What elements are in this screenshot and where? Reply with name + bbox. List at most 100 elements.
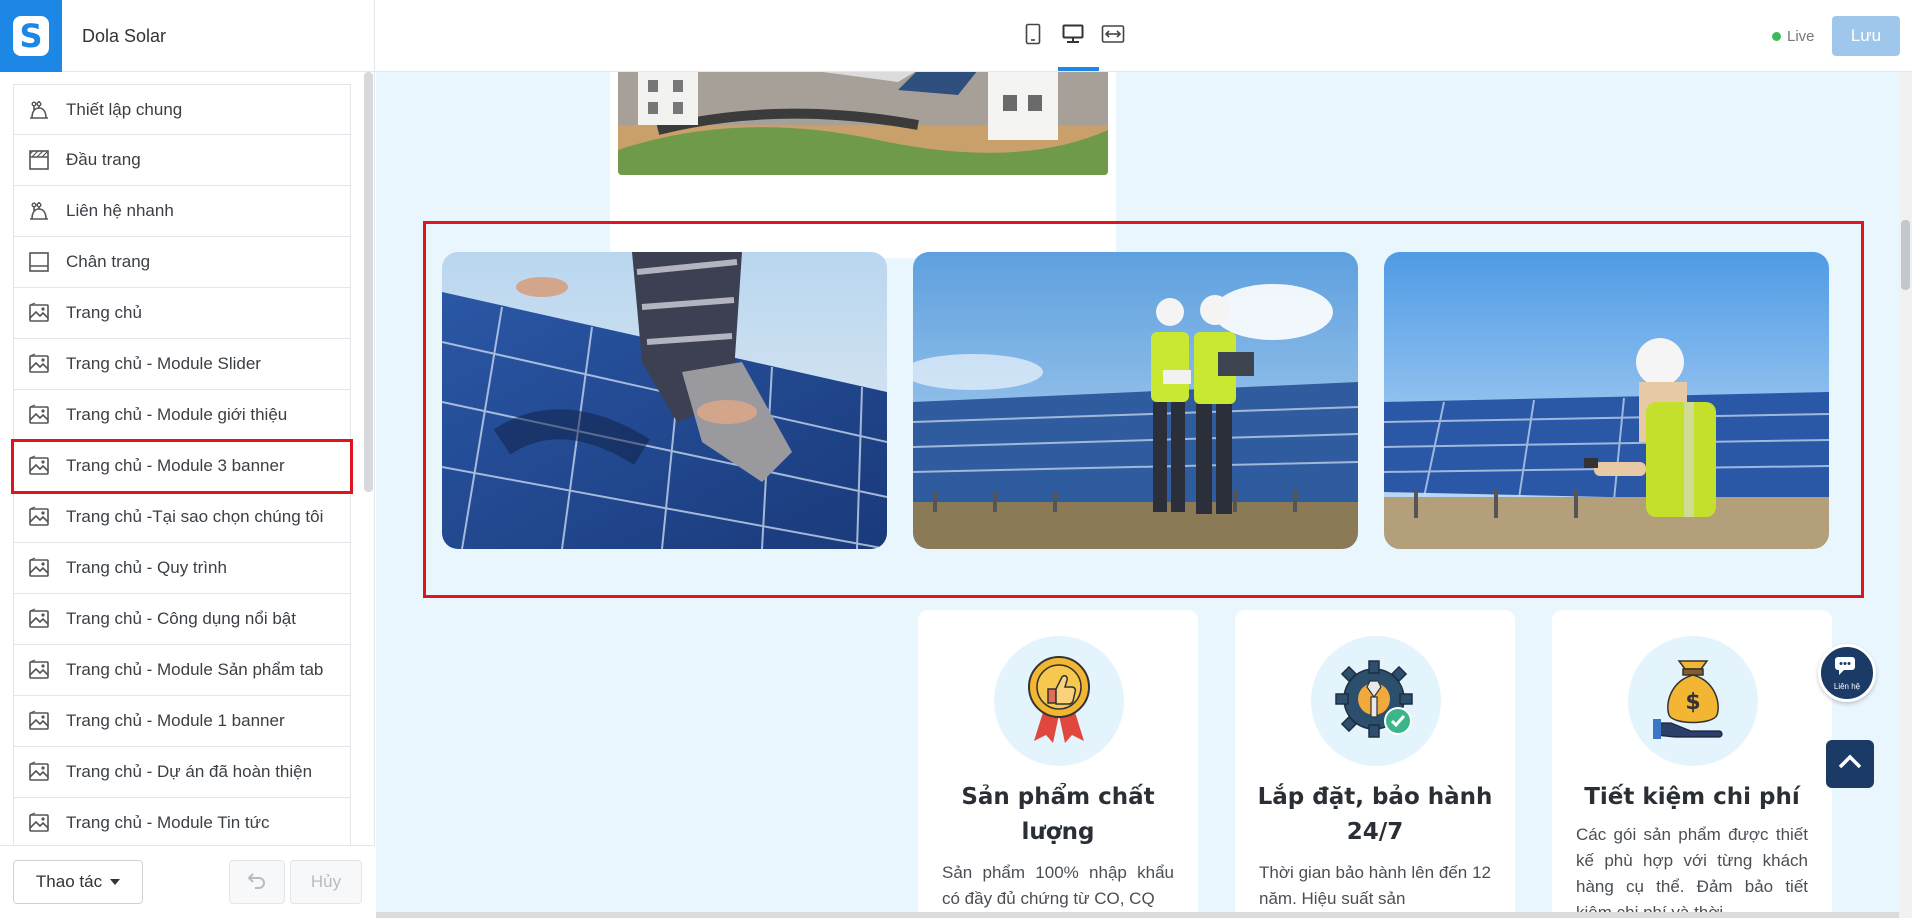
page-image-icon (26, 708, 52, 734)
chat-icon (1834, 656, 1860, 681)
top-bar: S Dola Solar Live Lưu (0, 0, 1912, 72)
bottom-strip (376, 912, 1899, 918)
sidebar-item-label: Trang chủ - Module 1 banner (66, 711, 285, 730)
sidebar-item-label: Trang chủ - Module Tin tức (66, 813, 270, 832)
page-image-icon (26, 606, 52, 632)
page-image-icon (26, 657, 52, 683)
module-3-banner-highlight (423, 221, 1864, 598)
page-image-icon (26, 759, 52, 785)
sidebar-item-trang-chu-module-gioi-thieu[interactable]: Trang chủ - Module giới thiệu (13, 390, 351, 441)
sidebar-item-trang-chu-module-1-banner[interactable]: Trang chủ - Module 1 banner (13, 696, 351, 747)
money-bag-icon: $ (1651, 657, 1735, 746)
settings-menu: Thiết lập chung Đầu trang Liên hệ nhanh Châ… (11, 84, 353, 849)
shop-name: Dola Solar (82, 26, 167, 46)
sidebar-item-thiet-lap-chung[interactable]: Thiết lập chung (13, 84, 351, 135)
sidebar-item-dau-trang[interactable]: Đầu trang (13, 135, 351, 186)
sidebar-item-trang-chu-module-slider[interactable]: Trang chủ - Module Slider (13, 339, 351, 390)
sidebar-item-label: Trang chủ - Công dụng nổi bật (66, 609, 296, 628)
sidebar-item-label: Liên hệ nhanh (66, 201, 174, 220)
contact-fab-label: Liên hệ (1833, 681, 1861, 691)
svg-text:$: $ (1685, 690, 1700, 715)
feature-icon-circle (994, 636, 1124, 766)
sidebar-item-label: Trang chủ - Module Sản phẩm tab (66, 660, 324, 679)
sidebar-item-label: Trang chủ - Module giới thiệu (66, 405, 288, 424)
chevron-down-icon (110, 879, 121, 885)
sidebar-item-trang-chu[interactable]: Trang chủ (13, 288, 351, 339)
feature-title: Sản phẩm chất lượng (932, 780, 1184, 850)
mobile-icon (1025, 23, 1041, 50)
feature-title-line1: Tiết kiệm chi phí (1584, 784, 1800, 810)
page-preview: Sản phẩm chất lượng Sản phẩm 100% nhập k… (376, 72, 1899, 912)
settings-sliders-icon (26, 198, 52, 224)
page-image-icon (26, 402, 52, 428)
banner-engineer-inspecting[interactable] (1384, 252, 1829, 549)
undo-button[interactable] (229, 860, 285, 904)
live-status: Live (1772, 28, 1815, 45)
page-image-icon (26, 504, 52, 530)
feature-description: Các gói sản phẩm được thiết kế phù hợp v… (1576, 825, 1808, 912)
sidebar-item-trang-chu-du-an-da-hoan-thien[interactable]: Trang chủ - Dự án đã hoàn thiện (13, 747, 351, 798)
sidebar-item-trang-chu-module-tin-tuc[interactable]: Trang chủ - Module Tin tức (13, 798, 351, 849)
header-layout-icon (26, 147, 52, 173)
app-logo[interactable]: S (0, 0, 62, 72)
cancel-button[interactable]: Hủy (290, 860, 362, 904)
gear-wrench-icon (1334, 657, 1418, 746)
feature-card-install-warranty: Lắp đặt, bảo hành 24/7 Thời gian bảo hàn… (1235, 610, 1515, 912)
sidebar-item-label: Thiết lập chung (66, 99, 183, 119)
feature-title-line2: 24/7 (1346, 819, 1404, 845)
active-view-indicator (1058, 67, 1099, 71)
feature-title-line1: Lắp đặt, bảo hành (1257, 784, 1493, 810)
page-image-icon (26, 453, 52, 479)
footer-layout-icon (26, 249, 52, 275)
sidebar-item-trang-chu-module-san-pham-tab[interactable]: Trang chủ - Module Sản phẩm tab (13, 645, 351, 696)
model-houses-solar-image (618, 72, 1108, 175)
save-button[interactable]: Lưu (1832, 16, 1900, 56)
feature-card-quality: Sản phẩm chất lượng Sản phẩm 100% nhập k… (918, 610, 1198, 912)
sidebar-item-label: Trang chủ - Quy trình (66, 558, 227, 577)
banner-technician-panel[interactable] (442, 252, 887, 549)
feature-icon-circle (1311, 636, 1441, 766)
sidebar-item-trang-chu-quy-trinh[interactable]: Trang chủ - Quy trình (13, 543, 351, 594)
actions-dropdown-button[interactable]: Thao tác (13, 860, 143, 904)
sidebar-scrollbar[interactable] (364, 72, 373, 492)
mobile-view-button[interactable] (1020, 18, 1046, 54)
sidebar: Thiết lập chung Đầu trang Liên hệ nhanh Châ… (0, 72, 375, 918)
sidebar-item-lien-he-nhanh[interactable]: Liên hệ nhanh (13, 186, 351, 237)
sidebar-footer: Thao tác Hủy (0, 845, 375, 918)
live-label: Live (1787, 28, 1815, 45)
feature-description: Sản phẩm 100% nhập khẩu có đầy đủ chứng … (942, 863, 1174, 908)
feature-icon-circle: $ (1628, 636, 1758, 766)
sidebar-item-label: Đầu trang (66, 150, 141, 169)
fullwidth-icon (1101, 24, 1125, 49)
preview-scrollbar-thumb[interactable] (1901, 220, 1910, 290)
feature-title-line1: Sản phẩm chất (961, 784, 1155, 810)
sidebar-item-trang-chu-cong-dung-noi-bat[interactable]: Trang chủ - Công dụng nổi bật (13, 594, 351, 645)
feature-description: Thời gian bảo hành lên đến 12 năm. Hiệu … (1259, 863, 1491, 908)
feature-title-line2: lượng (1021, 819, 1095, 845)
quality-badge-icon (1026, 655, 1092, 748)
settings-sliders-icon (26, 97, 52, 123)
chevron-up-icon (1837, 754, 1863, 775)
sidebar-item-trang-chu-module-3-banner[interactable]: Trang chủ - Module 3 banner (11, 439, 353, 494)
preview-scrollbar[interactable] (1899, 72, 1912, 918)
logo-letter: S (13, 16, 49, 56)
desktop-icon (1062, 24, 1084, 49)
contact-fab[interactable]: Liên hệ (1818, 644, 1876, 702)
sidebar-item-label: Trang chủ -Tại sao chọn chúng tôi (66, 507, 324, 526)
page-image-icon (26, 810, 52, 836)
sidebar-item-chan-trang[interactable]: Chân trang (13, 237, 351, 288)
page-image-icon (26, 300, 52, 326)
topbar-divider (374, 0, 375, 72)
sidebar-item-trang-chu-tai-sao-chon-chung-toi[interactable]: Trang chủ -Tại sao chọn chúng tôi (13, 492, 351, 543)
undo-icon (247, 871, 267, 894)
sidebar-item-label: Trang chủ - Module 3 banner (66, 456, 285, 475)
actions-label: Thao tác (35, 872, 103, 891)
live-dot (1772, 32, 1781, 41)
sidebar-item-label: Trang chủ (66, 303, 142, 322)
page-image-icon (26, 555, 52, 581)
back-to-top-button[interactable] (1826, 740, 1874, 788)
banner-engineers-field[interactable] (913, 252, 1358, 549)
desktop-view-button[interactable] (1060, 18, 1086, 54)
feature-title: Tiết kiệm chi phí (1566, 780, 1818, 815)
fullwidth-view-button[interactable] (1100, 18, 1126, 54)
